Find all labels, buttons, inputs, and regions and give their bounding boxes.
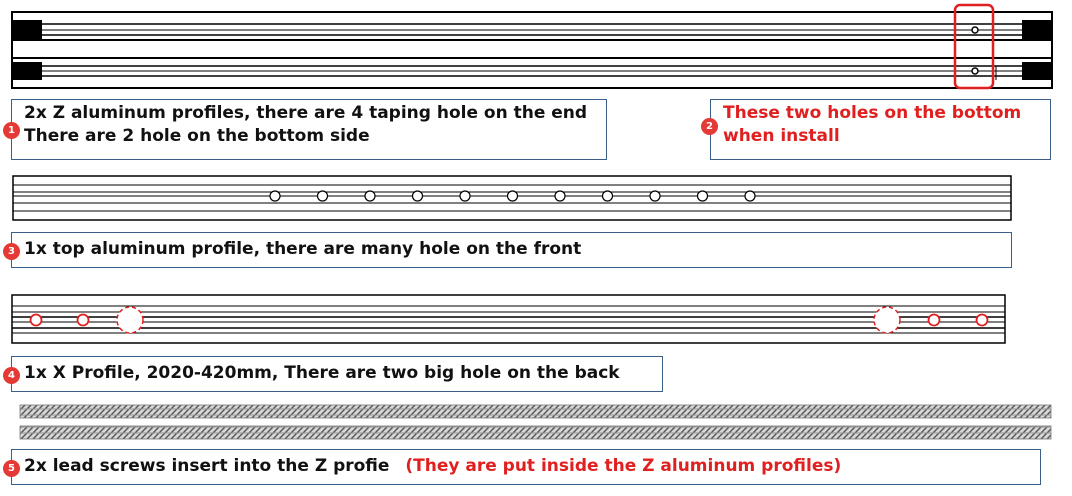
big-hole — [873, 306, 901, 334]
caption-x-profile: 1x X Profile, 2020-420mm, There are two … — [11, 356, 663, 392]
caption-line: These two holes on the bottom — [723, 103, 1022, 123]
small-hole — [975, 313, 989, 327]
caption-top-profile: 1x top aluminum profile, there are many … — [11, 232, 1012, 268]
caption-line: 2x Z aluminum profiles, there are 4 tapi… — [24, 103, 588, 123]
bottom-hole — [971, 26, 979, 34]
step-badge: 4 — [3, 367, 20, 384]
step-badge: 3 — [3, 243, 20, 260]
front-hole — [364, 190, 376, 202]
front-hole — [554, 190, 566, 202]
caption-line: 1x X Profile, 2020-420mm, There are two … — [24, 363, 620, 383]
front-hole — [649, 190, 661, 202]
x-profile-drawing — [11, 294, 1006, 344]
caption-note: (They are put inside the Z aluminum prof… — [405, 456, 842, 476]
small-hole — [76, 313, 90, 327]
lead-screw — [19, 404, 1052, 419]
caption-lead-screws: 2x lead screws insert into the Z profie … — [11, 449, 1041, 485]
caption-line: 1x top aluminum profile, there are many … — [24, 239, 582, 259]
front-hole — [506, 190, 519, 202]
caption-z-profiles: 2x Z aluminum profiles, there are 4 tapi… — [11, 99, 607, 160]
caption-line: when install — [723, 126, 840, 146]
small-hole — [927, 313, 941, 327]
lead-screw — [19, 425, 1052, 440]
caption-line: There are 2 hole on the bottom side — [24, 126, 370, 146]
front-hole — [459, 190, 471, 202]
big-hole — [116, 306, 144, 334]
top-profile-drawing — [12, 175, 1012, 221]
lead-screws-drawing — [19, 404, 1052, 440]
front-hole — [269, 190, 281, 202]
front-hole — [696, 190, 709, 202]
step-badge: 1 — [3, 122, 20, 139]
step-badge: 2 — [701, 118, 718, 135]
caption-text: 2x lead screws insert into the Z profie — [24, 456, 390, 476]
step-badge: 5 — [3, 460, 20, 477]
front-hole — [601, 190, 614, 202]
caption-install-note: These two holes on the bottom when insta… — [710, 99, 1051, 160]
front-hole — [744, 190, 756, 202]
bottom-hole — [971, 67, 979, 75]
front-hole — [316, 190, 329, 202]
front-hole — [411, 190, 424, 202]
z-profiles-drawing — [11, 3, 1053, 90]
small-hole — [29, 313, 43, 327]
